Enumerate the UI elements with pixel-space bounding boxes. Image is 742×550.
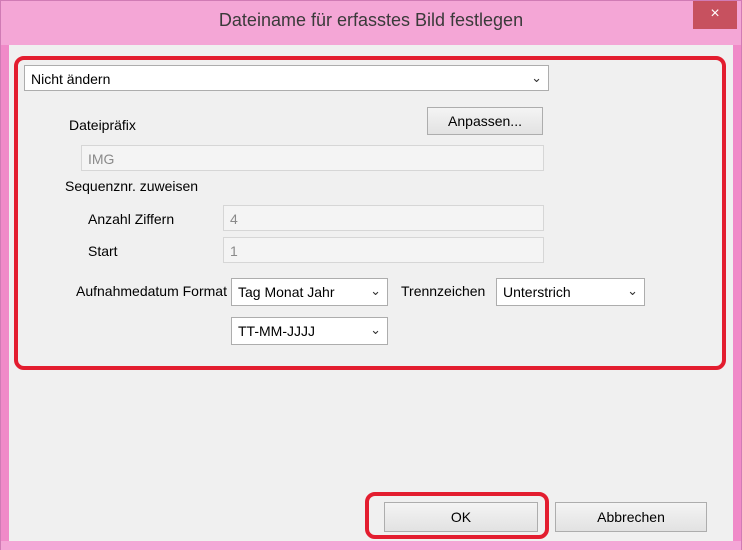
- window-frame-bottom: [1, 541, 741, 550]
- close-button[interactable]: ×: [693, 1, 737, 29]
- title-bar: Dateiname für erfasstes Bild festlegen ×: [1, 1, 741, 45]
- settings-highlight-box: [14, 56, 726, 370]
- close-icon: ×: [710, 5, 720, 22]
- dialog-window: Dateiname für erfasstes Bild festlegen ×…: [0, 0, 742, 550]
- cancel-button[interactable]: Abbrechen: [555, 502, 707, 532]
- ok-highlight-box: [365, 492, 549, 539]
- window-title: Dateiname für erfasstes Bild festlegen: [218, 10, 524, 30]
